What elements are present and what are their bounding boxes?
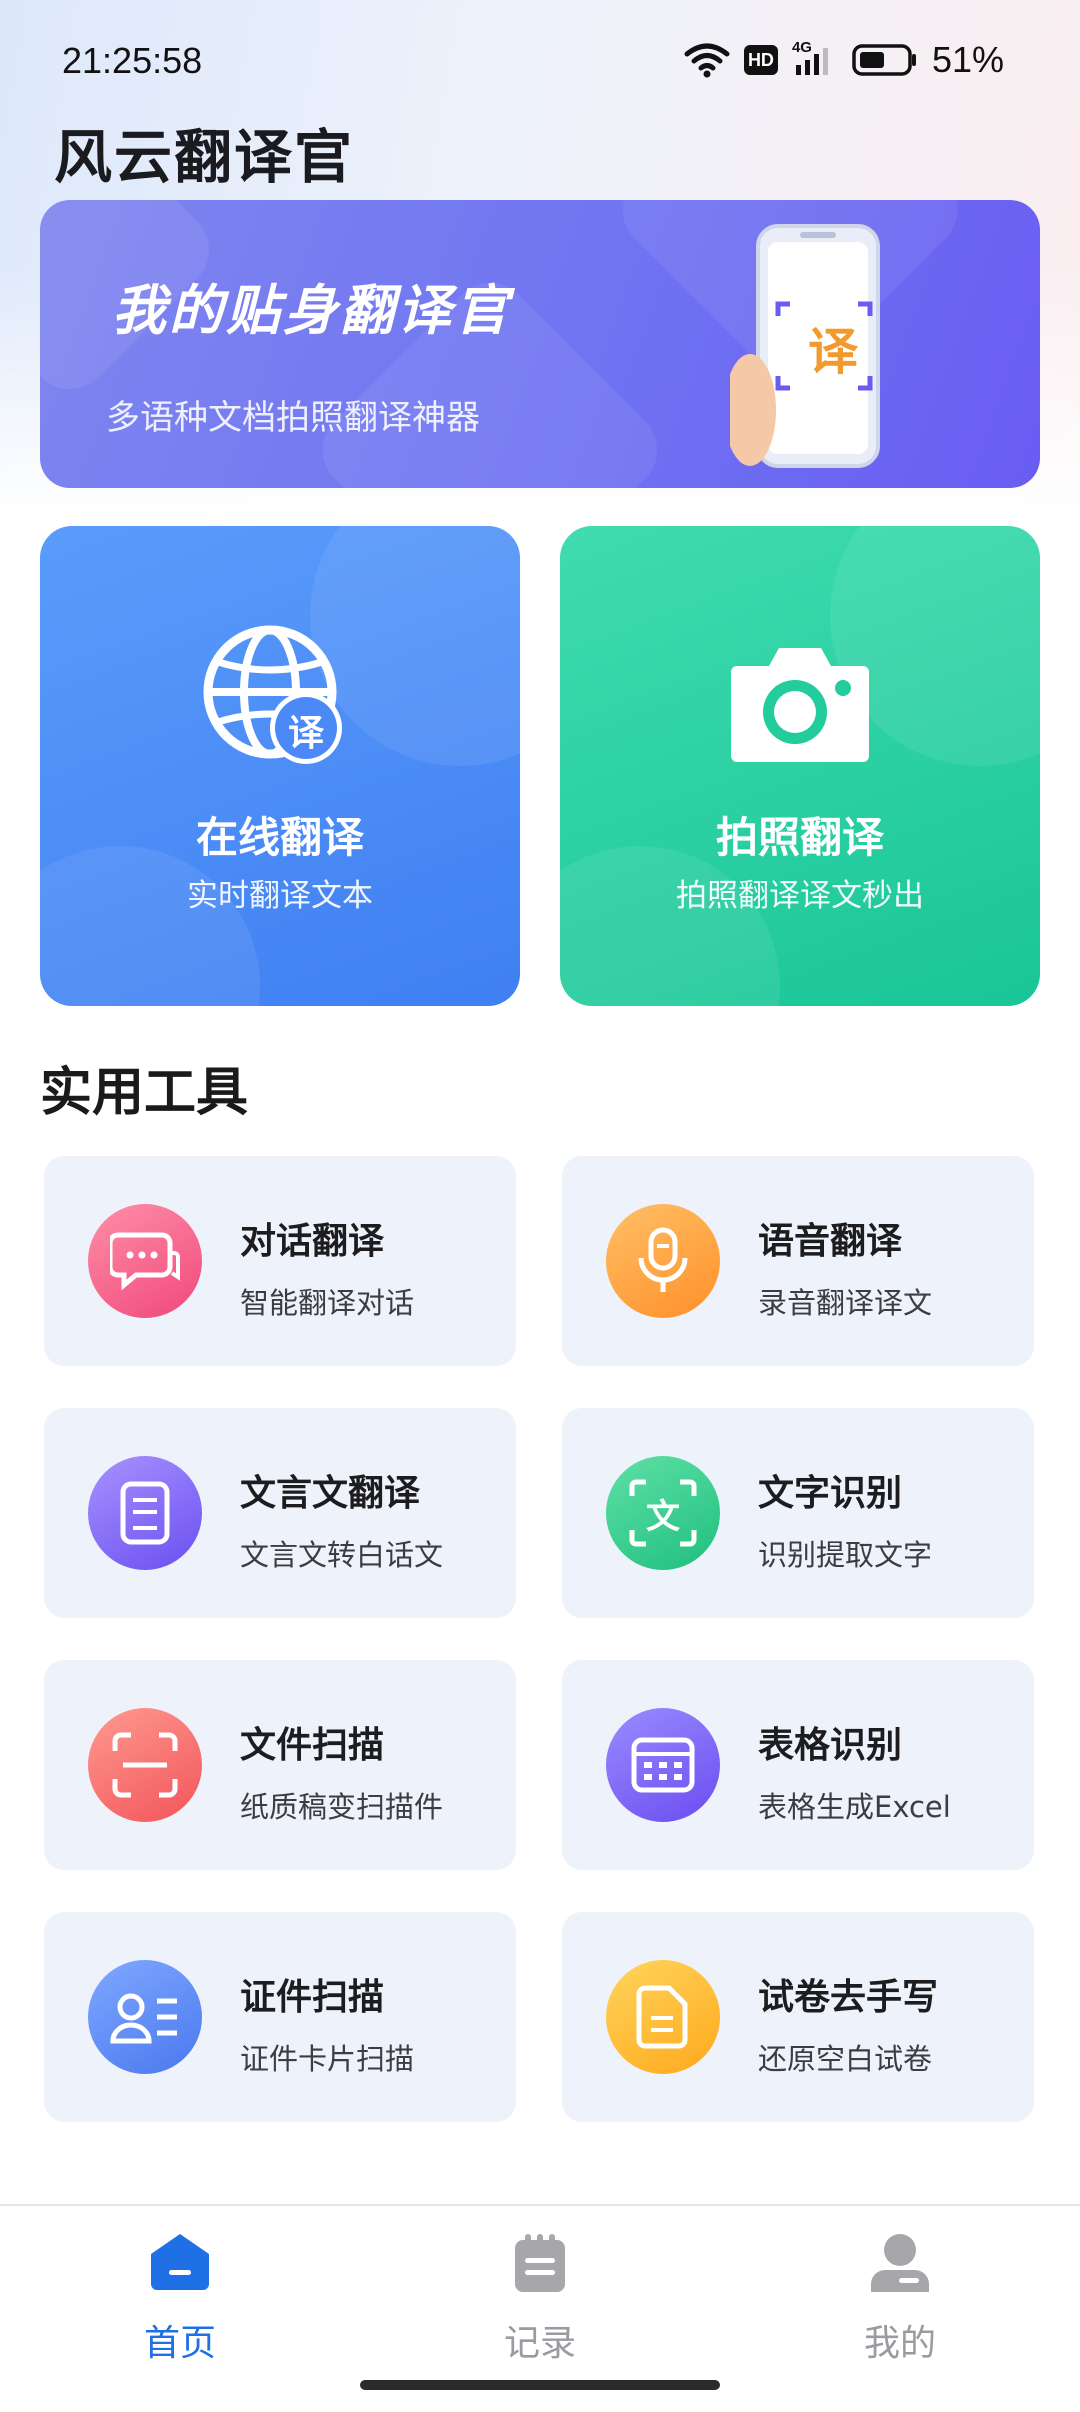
tool-desc: 证件卡片扫描 [240,2042,415,2076]
text-scan-glyph: 文 [646,1496,680,1537]
tool-dialogue-translate[interactable]: 对话翻译 智能翻译对话 [44,1156,516,1366]
camera-icon [725,636,875,776]
tool-id-scan[interactable]: 证件扫描 证件卡片扫描 [44,1912,516,2122]
home-icon [149,2232,211,2296]
tool-name: 文件扫描 [240,1725,385,1766]
globe-badge-glyph: 译 [287,713,324,754]
text-scan-icon: 文 [606,1456,720,1570]
tool-desc: 还原空白试卷 [758,2042,933,2076]
exam-paper-icon [606,1960,720,2074]
tool-table-recognition[interactable]: 表格识别 表格生成Excel [562,1660,1034,1870]
tab-profile[interactable]: 我的 [800,2226,1000,2364]
home-indicator[interactable] [360,2380,720,2390]
tool-document-scan[interactable]: 文件扫描 纸质稿变扫描件 [44,1660,516,1870]
online-translate-card[interactable]: 译 在线翻译 实时翻译文本 [40,526,520,1006]
tool-name: 证件扫描 [240,1977,385,2018]
tool-classical-chinese[interactable]: 文言文翻译 文言文转白话文 [44,1408,516,1618]
globe-translate-icon: 译 [200,622,360,782]
tools-section-title: 实用工具 [40,1063,249,1123]
tool-name: 对话翻译 [240,1221,385,1262]
tab-label: 我的 [863,2323,936,2364]
user-icon [869,2232,931,2298]
signal-icon: 4G [792,39,838,77]
tool-desc: 识别提取文字 [758,1538,933,1572]
tool-exam-handwriting-removal[interactable]: 试卷去手写 还原空白试卷 [562,1912,1034,2122]
tool-desc: 表格生成Excel [758,1790,951,1824]
status-bar: 21:25:58 HD 4G 51% [0,0,1080,120]
tool-name: 文字识别 [758,1473,903,1514]
tab-label: 首页 [143,2323,216,2364]
tab-home[interactable]: 首页 [80,2226,280,2364]
notepad-icon [511,2232,569,2298]
tool-voice-translate[interactable]: 语音翻译 录音翻译译文 [562,1156,1034,1366]
phone-glyph: 译 [808,323,858,381]
chat-bubble-icon [88,1204,202,1318]
tab-label: 记录 [503,2323,576,2364]
photo-translate-card[interactable]: 拍照翻译 拍照翻译译文秒出 [560,526,1040,1006]
tool-desc: 智能翻译对话 [240,1286,415,1320]
tool-desc: 纸质稿变扫描件 [240,1790,444,1824]
tool-name: 文言文翻译 [240,1473,421,1514]
wifi-icon [684,43,730,78]
document-scan-icon [88,1708,202,1822]
status-time: 21:25:58 [62,40,203,81]
tool-name: 试卷去手写 [758,1977,939,2018]
photo-translate-title: 拍照翻译 [715,813,884,862]
phone-illustration-icon: 译 [724,220,890,480]
id-card-icon [88,1960,202,2074]
tool-text-recognition[interactable]: 文 文字识别 识别提取文字 [562,1408,1034,1618]
app-title: 风云翻译官 [54,123,355,191]
tool-desc: 文言文转白话文 [240,1538,444,1572]
banner-subtitle: 多语种文档拍照翻译神器 [106,398,480,438]
online-translate-subtitle: 实时翻译文本 [187,878,373,914]
tool-name: 表格识别 [758,1725,903,1766]
tool-name: 语音翻译 [758,1221,903,1262]
status-icons: HD 4G 51% [684,38,1004,82]
battery-icon [852,44,916,76]
table-icon [606,1708,720,1822]
battery-percent: 51% [931,39,1004,80]
promo-banner[interactable]: 我的贴身翻译官 多语种文档拍照翻译神器 译 [40,200,1040,488]
online-translate-title: 在线翻译 [195,813,364,862]
book-icon [88,1456,202,1570]
hd-badge: HD [743,45,778,75]
tab-records[interactable]: 记录 [440,2226,640,2364]
tool-desc: 录音翻译译文 [758,1286,933,1320]
microphone-icon [606,1204,720,1318]
photo-translate-subtitle: 拍照翻译译文秒出 [676,878,924,914]
banner-title: 我的贴身翻译官 [112,279,511,342]
